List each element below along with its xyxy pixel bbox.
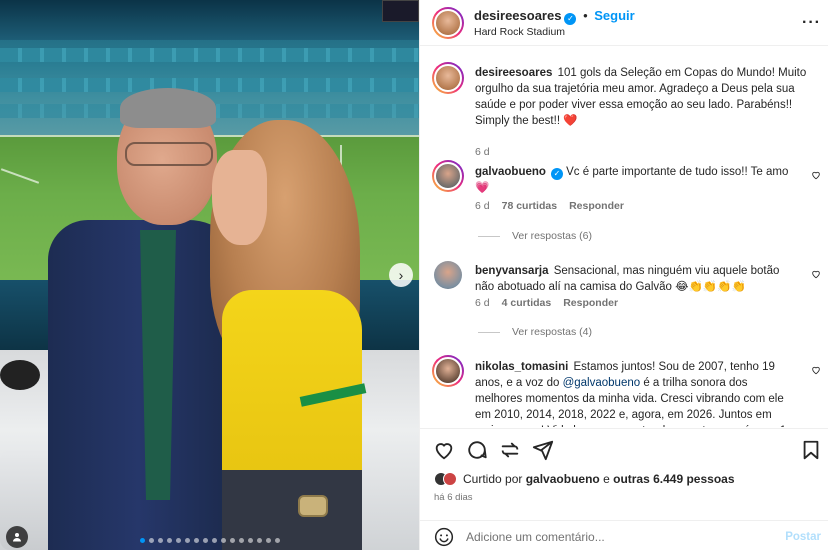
photo-microphone	[0, 360, 40, 390]
carousel-dot	[148, 538, 154, 543]
liked-by: Curtido por galvaobueno e outras 6.449 p…	[434, 472, 735, 486]
heart-icon[interactable]	[811, 365, 821, 375]
share-icon[interactable]	[499, 439, 521, 461]
bookmark-icon[interactable]	[800, 439, 822, 461]
author-username[interactable]: desireesoares	[474, 8, 561, 23]
carousel-dot	[247, 538, 253, 543]
heart-icon[interactable]	[811, 269, 821, 279]
comment-avatar[interactable]	[432, 160, 464, 192]
comment-time[interactable]: 6 d	[475, 297, 490, 309]
carousel-dot	[193, 538, 199, 543]
carousel-dot	[274, 538, 280, 543]
heart-icon[interactable]	[811, 170, 821, 180]
post-comment-button[interactable]: Postar	[785, 531, 821, 543]
author-avatar[interactable]	[432, 7, 464, 39]
heart-icon[interactable]	[433, 439, 455, 461]
carousel-dot	[256, 538, 262, 543]
verified-icon: ✓	[564, 13, 577, 25]
carousel-dot	[238, 538, 244, 543]
comment-time[interactable]: 6 d	[475, 200, 490, 212]
carousel-dot	[220, 538, 226, 543]
carousel-dot	[211, 538, 217, 543]
reply-button[interactable]: Responder	[569, 200, 624, 212]
post-side-panel: desireesoares ✓ • Seguir Hard Rock Stadiu…	[419, 0, 828, 550]
carousel-dot	[184, 538, 190, 543]
liked-by-user[interactable]: galvaobueno	[526, 472, 600, 486]
post-actions-bar	[420, 428, 828, 472]
carousel-dot	[166, 538, 172, 543]
view-replies-button[interactable]: Ver respostas (4)	[478, 326, 592, 338]
photo-scoreboard	[382, 0, 419, 22]
comment-avatar[interactable]	[432, 355, 464, 387]
carousel-dot	[175, 538, 181, 543]
caption-avatar[interactable]	[432, 62, 464, 94]
comment-avatar[interactable]	[434, 261, 462, 289]
view-replies-button[interactable]: Ver respostas (6)	[478, 230, 592, 242]
post-header: desireesoares ✓ • Seguir Hard Rock Stadiu…	[420, 0, 828, 46]
comments-list: desireesoares 101 gols da Seleção em Cop…	[420, 47, 828, 427]
photo-stadium-roof	[0, 0, 419, 40]
chevron-right-icon: ›	[398, 267, 404, 283]
next-image-button[interactable]: ›	[389, 263, 413, 287]
comment-username[interactable]: galvaobueno	[475, 166, 546, 178]
caption-username[interactable]: desireesoares	[475, 67, 552, 79]
verified-icon: ✓	[550, 168, 563, 180]
caption-time[interactable]: 6 d	[475, 146, 490, 158]
emoji-icon[interactable]	[434, 527, 454, 547]
post-time[interactable]: há 6 dias	[434, 492, 473, 503]
liked-by-others[interactable]: outras 6.449 pessoas	[613, 472, 734, 486]
post-dialog: › desireesoares ✓ • Seguir Hard Rock Stad…	[0, 0, 828, 550]
comment-username[interactable]: benyvansarja	[475, 265, 549, 277]
comment-likes[interactable]: 4 curtidas	[502, 297, 552, 309]
follow-button[interactable]: Seguir	[594, 8, 634, 23]
carousel-dot	[157, 538, 163, 543]
carousel-dot	[265, 538, 271, 543]
carousel-indicator	[0, 538, 419, 543]
comment-likes[interactable]: 78 curtidas	[502, 200, 557, 212]
carousel-dot	[229, 538, 235, 543]
comment-mention-link[interactable]: @galvaobueno	[563, 377, 641, 389]
post-location[interactable]: Hard Rock Stadium	[474, 26, 565, 38]
reply-button[interactable]: Responder	[563, 297, 618, 309]
comment-composer: Postar	[420, 520, 828, 550]
post-photo[interactable]: ›	[0, 0, 419, 550]
comment-icon[interactable]	[466, 439, 488, 461]
send-icon[interactable]	[532, 439, 554, 461]
comment-input[interactable]	[466, 527, 766, 547]
comment-username[interactable]: nikolas_tomasini	[475, 361, 568, 373]
carousel-dot	[139, 538, 145, 543]
tag-user-button[interactable]	[6, 526, 28, 548]
liker-avatar[interactable]	[443, 472, 457, 486]
carousel-dot	[202, 538, 208, 543]
more-icon[interactable]: ···	[802, 14, 821, 32]
